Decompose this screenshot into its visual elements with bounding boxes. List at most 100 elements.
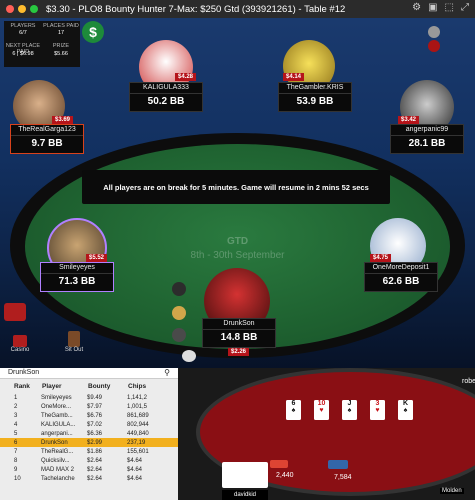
table-row[interactable]: 8 Quicksilv... $2.64 $4.64 bbox=[0, 456, 178, 465]
player-name: TheGambler.KRIS bbox=[279, 83, 351, 94]
column-header-bounty[interactable]: Bounty bbox=[87, 379, 127, 393]
mini-right-bottom-name: Molden bbox=[440, 488, 464, 494]
sit-out-label: Sit Out bbox=[64, 347, 84, 353]
chips-cell: 861,689 bbox=[127, 412, 149, 419]
chips-cell: 155,601 bbox=[127, 448, 149, 455]
emoji-icon[interactable] bbox=[172, 306, 186, 320]
pot-right-amount: 7,584 bbox=[334, 474, 352, 481]
close-window-button[interactable] bbox=[6, 5, 14, 13]
column-header-rank[interactable]: Rank bbox=[0, 379, 41, 393]
card-suit-icon: ♠ bbox=[347, 407, 352, 414]
places-paid-label: PLACES PAID bbox=[43, 23, 79, 29]
player-name: angerpanic99 bbox=[391, 125, 463, 136]
bounty-cell: $6.36 bbox=[87, 430, 103, 437]
table-row[interactable]: 7 TheRealG... $1.86 155,601 bbox=[0, 447, 178, 456]
chat-icon[interactable]: ▣ bbox=[428, 2, 437, 13]
rank-cell: 7 bbox=[14, 448, 18, 455]
player-name: Smileyeyes bbox=[41, 263, 113, 274]
layout-icon[interactable]: ⬚ bbox=[445, 2, 454, 13]
cashier-icon[interactable] bbox=[4, 303, 26, 321]
search-icon[interactable]: ⚲ bbox=[164, 368, 170, 378]
casino-button[interactable]: Casino bbox=[8, 335, 32, 353]
casino-icon bbox=[13, 335, 27, 347]
bounty-cell: $9.49 bbox=[87, 394, 103, 401]
table-row[interactable]: 1 Smileyeyes $9.49 1,141,2 bbox=[0, 393, 178, 402]
player-nameplate[interactable]: Smileyeyes 71.3 BB bbox=[40, 262, 114, 292]
search-input-value[interactable]: DrunkSon bbox=[8, 369, 39, 376]
player-cell: Smileyeyes bbox=[41, 394, 72, 401]
table-row[interactable]: 3 TheGamb... $6.76 861,689 bbox=[0, 411, 178, 420]
table-row[interactable]: 6 DrunkSon $2.99 237,19 bbox=[0, 438, 178, 447]
players-label: PLAYERS bbox=[10, 23, 36, 29]
sit-out-button[interactable]: Sit Out bbox=[60, 331, 88, 353]
fullscreen-icon[interactable]: ⤢ bbox=[461, 2, 469, 13]
places-paid-value: 17 bbox=[57, 30, 65, 36]
player-chips: 9.7 BB bbox=[31, 138, 63, 149]
table-row[interactable]: 9 MAD MAX 2 $2.64 $4.64 bbox=[0, 465, 178, 474]
minimize-window-button[interactable] bbox=[18, 5, 26, 13]
window-title: $3.30 - PLO8 Bounty Hunter 7-Max: $250 G… bbox=[46, 3, 346, 15]
player-cell: Quicksilv... bbox=[41, 457, 70, 464]
mini-right-name: robe bbox=[462, 378, 475, 385]
card-rank: 3 bbox=[375, 400, 380, 407]
chair-icon bbox=[68, 331, 80, 347]
window-titlebar: $3.30 - PLO8 Bounty Hunter 7-Max: $250 G… bbox=[0, 0, 475, 18]
mini-table-view: 6 ♠ 10 ♥ J ♠ 3 ♥ K ♠ 2,440 7,584 davidkid robe Mo… bbox=[178, 368, 475, 500]
table-row[interactable]: 5 angerpani... $6.36 449,840 bbox=[0, 429, 178, 438]
card-rank: 6 bbox=[291, 400, 296, 407]
rank-cell: 4 bbox=[14, 421, 18, 428]
player-cell: KALIGULA... bbox=[41, 421, 76, 428]
player-nameplate[interactable]: TheRealGarga123 9.7 BB bbox=[10, 124, 84, 154]
player-chips: 71.3 BB bbox=[58, 276, 96, 287]
prize-value: $5.66 bbox=[54, 51, 68, 57]
player-search-field[interactable]: DrunkSon ⚲ bbox=[0, 368, 178, 379]
settings-icon[interactable]: ⚙ bbox=[412, 2, 421, 13]
break-message: All players are on break for 5 minutes. … bbox=[82, 170, 390, 204]
bounty-badge: $4.14 bbox=[283, 73, 305, 81]
table-row[interactable]: 4 KALIGULA... $7.02 802,944 bbox=[0, 420, 178, 429]
player-nameplate[interactable]: DrunkSon 14.8 BB bbox=[202, 318, 276, 348]
column-header-player[interactable]: Player bbox=[41, 379, 87, 393]
dollar-icon[interactable]: $ bbox=[82, 21, 104, 43]
emote-icon[interactable] bbox=[172, 282, 186, 296]
player-cell: TheRealG... bbox=[41, 448, 74, 455]
throwable-icon[interactable] bbox=[172, 328, 186, 342]
column-header-chips[interactable]: Chips bbox=[127, 379, 178, 393]
bounty-cell: $7.02 bbox=[87, 421, 103, 428]
table-row[interactable]: 10 Tachelanche $2.64 $4.64 bbox=[0, 474, 178, 483]
player-nameplate[interactable]: TheGambler.KRIS 53.9 BB bbox=[278, 82, 352, 112]
card-suit-icon: ♠ bbox=[403, 407, 408, 414]
player-name: KALIGULA333 bbox=[130, 83, 202, 94]
mini-player-name: davidkid bbox=[222, 490, 268, 500]
player-name: DrunkSon bbox=[203, 319, 275, 330]
chat-bubble-icon[interactable] bbox=[182, 350, 196, 362]
bounty-cell: $7.97 bbox=[87, 403, 103, 410]
chips-cell: 1,141,2 bbox=[127, 394, 148, 401]
card-suit-icon: ♥ bbox=[319, 407, 324, 414]
avatar-settings-icon[interactable] bbox=[428, 26, 440, 38]
playing-card: 6 ♠ bbox=[286, 400, 301, 420]
bounty-cell: $2.99 bbox=[87, 438, 127, 447]
player-nameplate[interactable]: OneMoreDeposit1 62.6 BB bbox=[364, 262, 438, 292]
chips-cell: 237,19 bbox=[127, 438, 178, 447]
bounty-badge: $4.75 bbox=[370, 254, 392, 262]
zoom-window-button[interactable] bbox=[30, 5, 38, 13]
bounty-cell: $6.76 bbox=[87, 412, 103, 419]
bounty-cell: $2.64 bbox=[87, 475, 103, 482]
menu-icon[interactable] bbox=[428, 40, 440, 52]
bounty-cell: $2.64 bbox=[87, 466, 103, 473]
rank-cell: 10 bbox=[14, 475, 21, 482]
player-chips: 62.6 BB bbox=[382, 276, 420, 287]
chip-stack-icon bbox=[328, 460, 348, 469]
rank-cell: 3 bbox=[14, 412, 18, 419]
bounty-badge: $3.69 bbox=[52, 116, 74, 124]
player-name: OneMoreDeposit1 bbox=[365, 263, 437, 274]
table-row[interactable]: 2 OneMore... $7.97 1,001,5 bbox=[0, 402, 178, 411]
player-nameplate[interactable]: angerpanic99 28.1 BB bbox=[390, 124, 464, 154]
window-controls[interactable] bbox=[0, 5, 38, 13]
player-nameplate[interactable]: KALIGULA333 50.2 BB bbox=[129, 82, 203, 112]
bounty-badge: $5.52 bbox=[86, 254, 108, 262]
bounty-badge: $3.42 bbox=[398, 116, 420, 124]
player-cell: Tachelanche bbox=[41, 475, 75, 482]
playing-card: 10 ♥ bbox=[314, 400, 329, 420]
